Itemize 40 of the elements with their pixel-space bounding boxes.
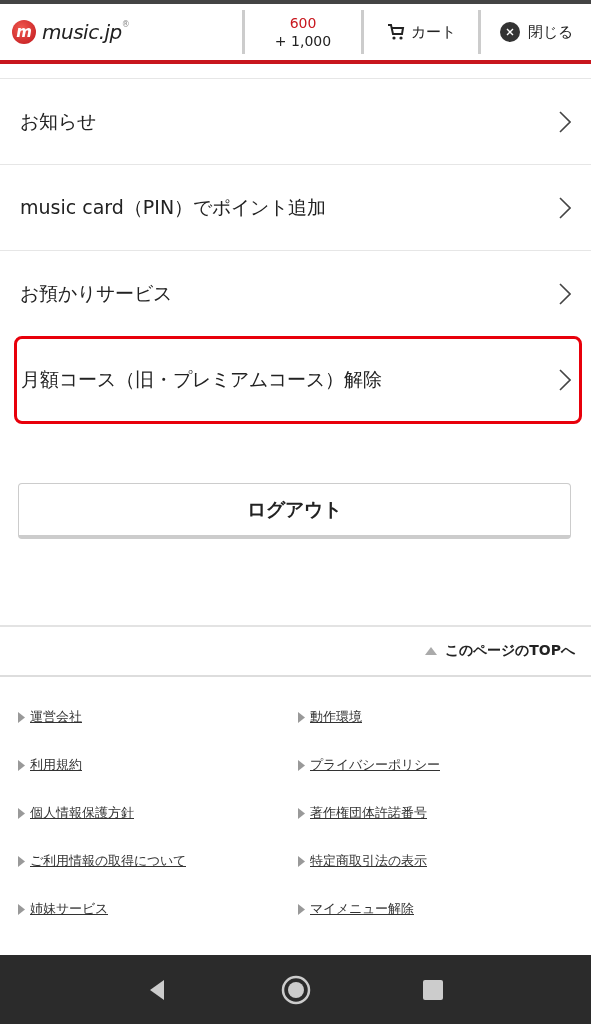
footer-link[interactable]: ご利用情報の取得について <box>30 852 186 870</box>
triangle-right-icon <box>18 807 25 819</box>
triangle-right-icon <box>298 807 305 819</box>
points-bonus: + 1,000 <box>274 32 332 50</box>
page-top-link[interactable]: このページのTOPへ <box>425 642 575 660</box>
logout-button[interactable]: ログアウト <box>18 483 571 539</box>
menu-item[interactable]: お知らせ <box>0 78 591 164</box>
footer-link[interactable]: 運営会社 <box>30 708 82 726</box>
triangle-right-icon <box>18 711 25 723</box>
footer-link[interactable]: 姉妹サービス <box>30 900 108 918</box>
triangle-right-icon <box>18 903 25 915</box>
menu-item[interactable]: music card（PIN）でポイント追加 <box>0 164 591 250</box>
triangle-right-icon <box>298 855 305 867</box>
footer-link[interactable]: 動作環境 <box>310 708 362 726</box>
chevron-right-icon <box>559 110 571 133</box>
footer-link[interactable]: プライバシーポリシー <box>310 756 440 774</box>
triangle-up-icon <box>425 647 438 655</box>
chevron-right-icon <box>559 282 571 305</box>
menu-item[interactable]: 月額コース（旧・プレミアムコース）解除 <box>14 336 582 424</box>
triangle-right-icon <box>18 759 25 771</box>
triangle-right-icon <box>298 903 305 915</box>
triangle-right-icon <box>298 711 305 723</box>
cart-button[interactable]: カート <box>361 10 478 54</box>
chevron-right-icon <box>559 196 571 219</box>
triangle-right-icon <box>18 855 25 867</box>
home-icon[interactable] <box>280 974 311 1005</box>
footer-link[interactable]: 個人情報保護方針 <box>30 804 134 822</box>
close-icon <box>499 22 520 42</box>
cart-icon <box>386 23 405 41</box>
close-button[interactable]: 閉じる <box>478 10 591 54</box>
logo-text: music.jp® <box>42 20 130 44</box>
chevron-right-icon <box>559 369 571 391</box>
footer-link[interactable]: 利用規約 <box>30 756 82 774</box>
footer-link[interactable]: 著作権団体許諾番号 <box>310 804 427 822</box>
logo-mark: m <box>12 20 36 44</box>
footer-link[interactable]: マイメニュー解除 <box>310 900 414 918</box>
footer-link[interactable]: 特定商取引法の表示 <box>310 852 427 870</box>
triangle-right-icon <box>298 759 305 771</box>
points-balance: 600 <box>289 14 317 32</box>
menu-item[interactable]: お預かりサービス <box>0 250 591 336</box>
